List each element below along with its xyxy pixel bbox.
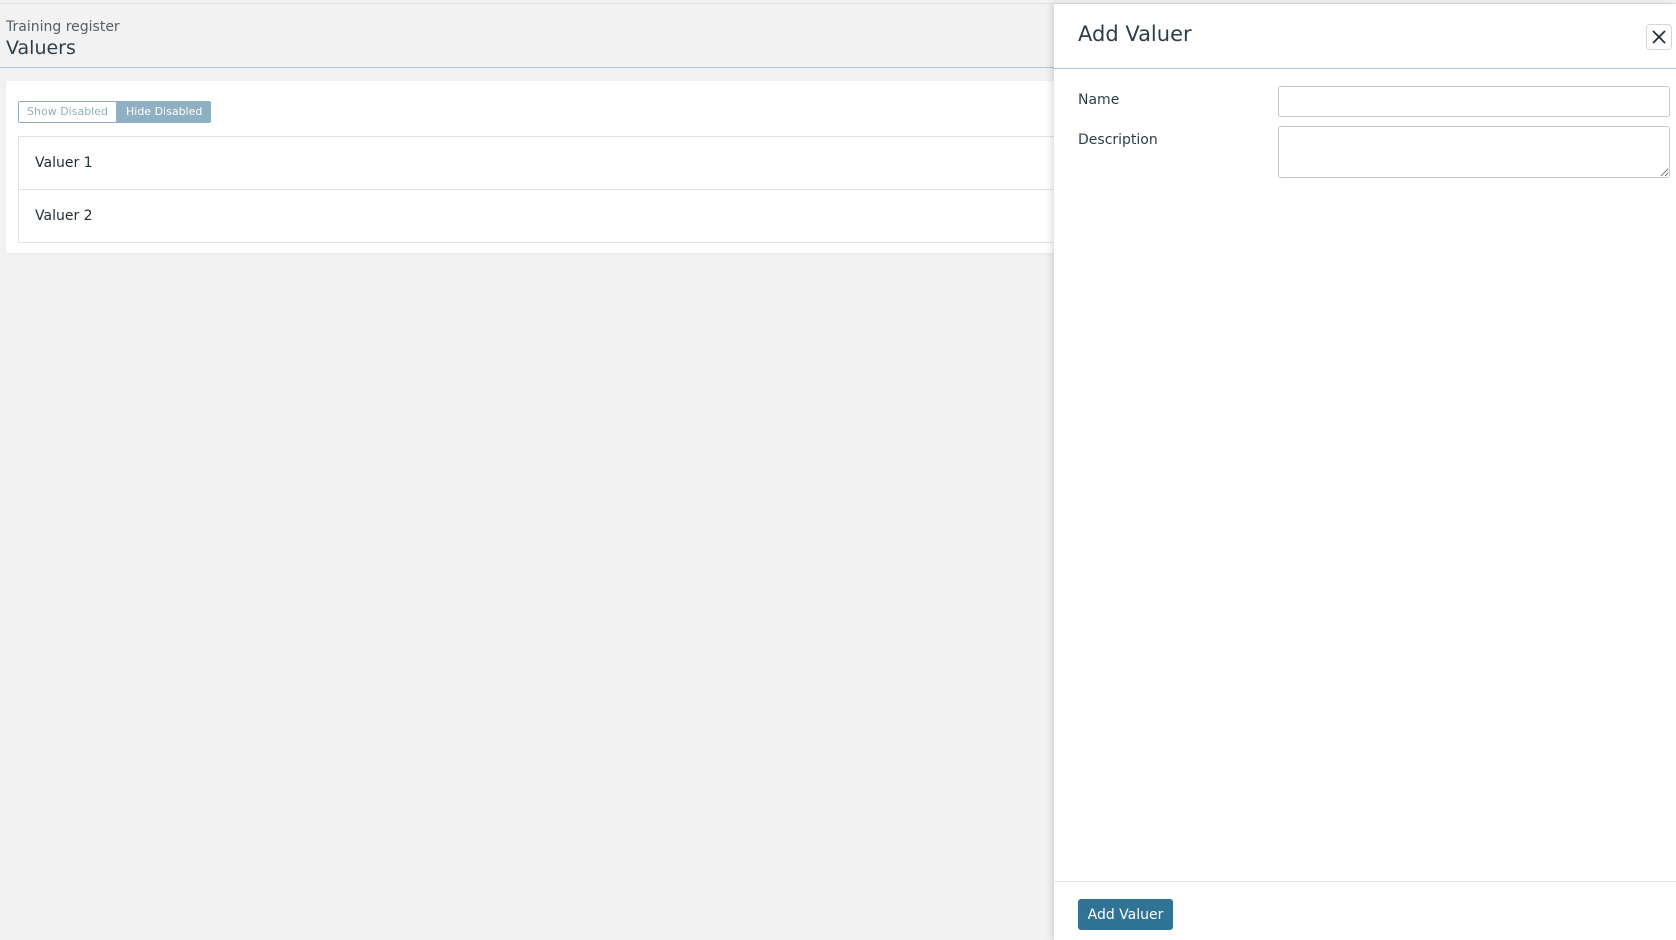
breadcrumb[interactable]: Training register xyxy=(6,19,120,35)
add-valuer-button[interactable]: Add Valuer xyxy=(1078,899,1173,930)
panel-footer: Add Valuer xyxy=(1054,881,1676,940)
show-disabled-button[interactable]: Show Disabled xyxy=(18,101,117,123)
valuers-list: Valuer 1 Valuer 2 xyxy=(18,136,1086,243)
close-icon xyxy=(1652,30,1666,44)
description-row: Description xyxy=(1078,126,1670,178)
description-field[interactable] xyxy=(1278,126,1670,178)
name-field[interactable] xyxy=(1278,86,1670,117)
page-title: Valuers xyxy=(6,37,76,59)
add-valuer-panel: Add Valuer Name Description Add Valuer xyxy=(1054,4,1676,940)
app-root: Training register Valuers Show Disabled … xyxy=(0,0,1676,940)
panel-title: Add Valuer xyxy=(1078,22,1192,46)
name-row: Name xyxy=(1078,86,1670,117)
description-label: Description xyxy=(1078,132,1158,148)
valuers-card: Show Disabled Hide Disabled Valuer 1 Val… xyxy=(6,81,1086,253)
disabled-filter-toggle: Show Disabled Hide Disabled xyxy=(18,101,211,123)
list-item[interactable]: Valuer 2 xyxy=(19,189,1086,242)
name-label: Name xyxy=(1078,92,1120,108)
hide-disabled-button[interactable]: Hide Disabled xyxy=(117,101,211,123)
close-button[interactable] xyxy=(1646,24,1672,50)
list-item[interactable]: Valuer 1 xyxy=(19,137,1086,189)
panel-header: Add Valuer xyxy=(1054,4,1676,69)
